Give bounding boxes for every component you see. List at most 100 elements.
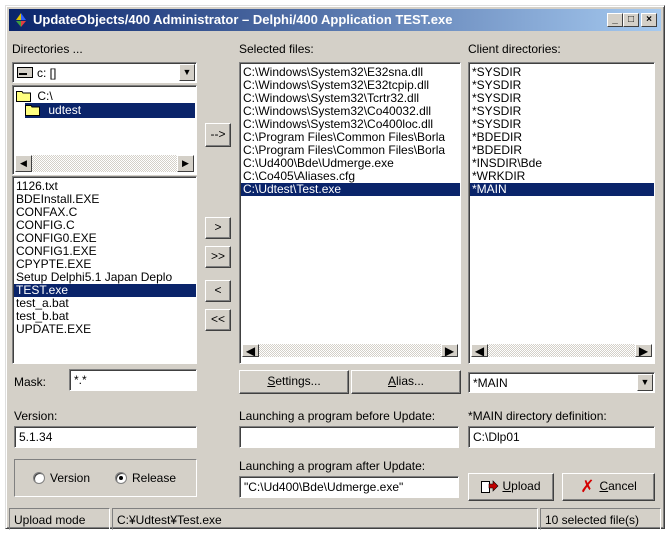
list-item[interactable]: C:\Co405\Aliases.cfg (241, 170, 460, 183)
main-dir-label: *MAIN directory definition: (468, 409, 607, 423)
list-item[interactable]: CONFAX.C (14, 206, 196, 219)
directory-tree[interactable]: C:\ udtest ◀ ▶ (12, 85, 197, 175)
scroll-left-icon[interactable]: ◀ (242, 344, 259, 357)
after-update-label: Launching a program after Update: (239, 459, 426, 473)
chevron-down-icon[interactable]: ▼ (637, 374, 653, 391)
client-dirs-hscrollbar[interactable]: ◀ ▶ (471, 344, 652, 357)
list-item[interactable]: *SYSDIR (470, 79, 654, 92)
list-item[interactable]: C:\Windows\System32\Co40032.dll (241, 105, 460, 118)
release-radio[interactable] (115, 472, 127, 484)
list-item[interactable]: *SYSDIR (470, 118, 654, 131)
scroll-left-icon[interactable]: ◀ (471, 344, 488, 357)
add-all-button[interactable]: >> (205, 246, 231, 268)
folder-open-icon (16, 91, 31, 102)
upload-button[interactable]: Upload (468, 473, 554, 501)
tree-item-label: C:\ (37, 89, 53, 103)
list-item[interactable]: *BDEDIR (470, 131, 654, 144)
settings-button[interactable]: Settings... (239, 370, 349, 394)
add-directory-button[interactable]: --> (205, 123, 231, 147)
version-input[interactable]: 5.1.34 (14, 426, 197, 448)
scroll-left-icon[interactable]: ◀ (15, 155, 32, 172)
cancel-label: ancel (608, 479, 637, 493)
list-item[interactable]: *SYSDIR (470, 92, 654, 105)
after-update-input[interactable]: "C:\Ud400\Bde\Udmerge.exe" (239, 476, 459, 498)
scroll-right-icon[interactable]: ▶ (635, 344, 652, 357)
release-radio-label[interactable]: Release (132, 471, 176, 485)
remove-button[interactable]: < (205, 280, 231, 302)
tree-hscrollbar[interactable]: ◀ ▶ (15, 155, 194, 172)
maximize-button[interactable]: □ (623, 13, 639, 27)
cancel-button[interactable]: ✗ Cancel (562, 473, 655, 501)
drive-value: c: [] (37, 66, 57, 80)
list-item[interactable]: C:\Windows\System32\Tcrtr32.dll (241, 92, 460, 105)
directories-label: Directories ... (12, 42, 83, 56)
list-item[interactable]: Setup Delphi5.1 Japan Deplo (14, 271, 196, 284)
client-directories-label: Client directories: (468, 42, 561, 56)
scroll-right-icon[interactable]: ▶ (177, 155, 194, 172)
file-list[interactable]: 1126.txt BDEInstall.EXE CONFAX.C CONFIG.… (12, 176, 197, 364)
before-update-input[interactable] (239, 426, 459, 448)
client-directories-list[interactable]: *SYSDIR *SYSDIR *SYSDIR *SYSDIR *SYSDIR … (468, 62, 655, 364)
app-icon (16, 13, 26, 27)
list-item[interactable]: 1126.txt (14, 180, 196, 193)
version-label: Version: (14, 409, 58, 423)
close-button[interactable]: × (641, 13, 657, 27)
list-item-selected[interactable]: C:\Udtest\Test.exe (241, 183, 460, 196)
upload-label: pload (511, 479, 541, 493)
client-directory-combo[interactable]: *MAIN ▼ (468, 372, 655, 393)
version-radio-label[interactable]: Version (50, 471, 90, 485)
list-item[interactable]: *SYSDIR (470, 66, 654, 79)
upload-accel: U (502, 479, 512, 493)
selected-files-hscrollbar[interactable]: ◀ ▶ (242, 344, 458, 357)
selected-files-label: Selected files: (239, 42, 314, 56)
list-item[interactable]: C:\Windows\System32\Co400loc.dll (241, 118, 460, 131)
list-item[interactable]: test_a.bat (14, 297, 196, 310)
list-item[interactable]: test_b.bat (14, 310, 196, 323)
mask-input[interactable]: *.* (69, 369, 197, 391)
client-directory-value: *MAIN (473, 376, 508, 390)
list-item[interactable]: C:\Windows\System32\E32tcpip.dll (241, 79, 460, 92)
list-item[interactable]: *WRKDIR (470, 170, 654, 183)
list-item[interactable]: BDEInstall.EXE (14, 193, 196, 206)
before-update-label: Launching a program before Update: (239, 409, 436, 423)
list-item[interactable]: C:\Program Files\Common Files\Borla (241, 131, 460, 144)
list-item[interactable]: CPYPTE.EXE (14, 258, 196, 271)
alias-label: lias... (396, 374, 425, 388)
cancel-x-icon: ✗ (580, 477, 595, 496)
list-item[interactable]: CONFIG1.EXE (14, 245, 196, 258)
status-bar: Upload mode C:¥Udtest¥Test.exe 10 select… (9, 508, 661, 530)
chevron-down-icon[interactable]: ▼ (179, 64, 195, 81)
list-item[interactable]: C:\Ud400\Bde\Udmerge.exe (241, 157, 460, 170)
list-item[interactable]: CONFIG.C (14, 219, 196, 232)
alias-accel: A (387, 374, 396, 388)
main-dir-input[interactable]: C:\Dlp01 (468, 426, 655, 448)
list-item[interactable]: C:\Program Files\Common Files\Borla (241, 144, 460, 157)
list-item[interactable]: CONFIG0.EXE (14, 232, 196, 245)
version-radio[interactable] (33, 472, 45, 484)
list-item-selected[interactable]: *MAIN (470, 183, 654, 196)
title-bar[interactable]: UpdateObjects/400 Administrator – Delphi… (9, 9, 661, 31)
remove-all-button[interactable]: << (205, 309, 231, 331)
list-item[interactable]: *SYSDIR (470, 105, 654, 118)
add-button[interactable]: > (205, 217, 231, 239)
cancel-accel: C (599, 479, 609, 493)
drive-combo[interactable]: c: [] ▼ (12, 62, 197, 83)
list-item[interactable]: UPDATE.EXE (14, 323, 196, 336)
list-item[interactable]: *BDEDIR (470, 144, 654, 157)
drive-icon (17, 67, 33, 78)
folder-open-icon (25, 105, 40, 116)
list-item[interactable]: *INSDIR\Bde (470, 157, 654, 170)
alias-button[interactable]: Alias... (351, 370, 461, 394)
scroll-right-icon[interactable]: ▶ (441, 344, 458, 357)
tree-item-udtest[interactable]: udtest (25, 103, 195, 118)
list-item-selected[interactable]: TEST.exe (14, 284, 196, 297)
list-item[interactable]: C:\Windows\System32\E32sna.dll (241, 66, 460, 79)
tree-item-root[interactable]: C:\ (16, 89, 53, 103)
status-count: 10 selected file(s) (540, 508, 661, 530)
selected-files-list[interactable]: C:\Windows\System32\E32sna.dll C:\Window… (239, 62, 461, 364)
mode-group: Version Release (14, 459, 197, 497)
minimize-button[interactable]: _ (607, 13, 623, 27)
settings-label: ettings... (275, 374, 321, 388)
main-window: UpdateObjects/400 Administrator – Delphi… (5, 5, 665, 530)
mask-label: Mask: (14, 375, 47, 389)
